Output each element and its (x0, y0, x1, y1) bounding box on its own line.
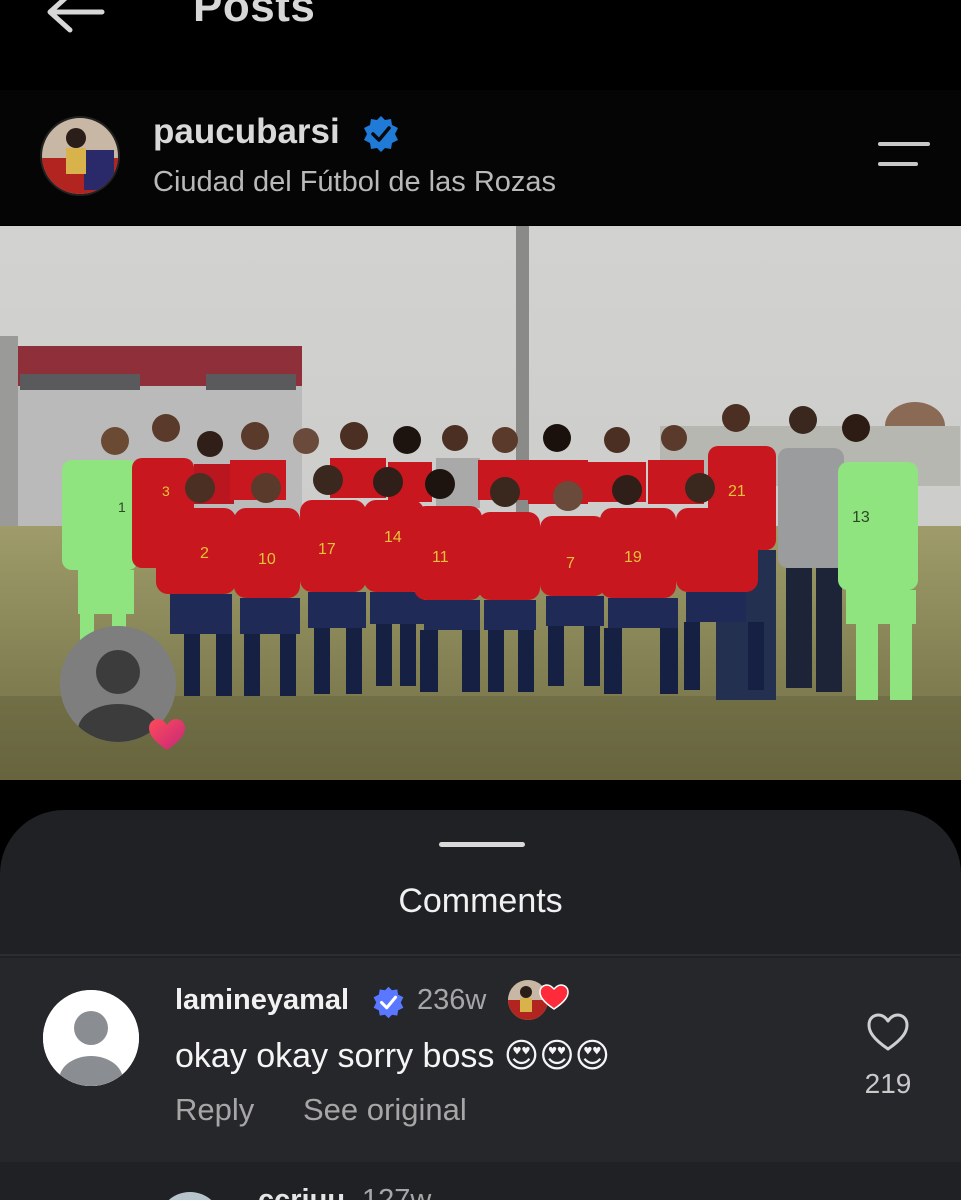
svg-text:2: 2 (200, 545, 209, 562)
commenter-username[interactable]: ccriuu (258, 1184, 345, 1200)
svg-text:1: 1 (118, 499, 126, 515)
comments-sheet: Comments lamineyamal 236w okay okay sorr… (0, 810, 961, 1200)
top-bar: Posts (0, 0, 961, 60)
commenter-avatar[interactable] (158, 1192, 222, 1200)
heart-outline-icon[interactable] (866, 1012, 910, 1052)
svg-text:10: 10 (258, 551, 276, 568)
comment-timestamp: 127w (362, 1184, 432, 1200)
author-username[interactable]: paucubarsi (153, 112, 340, 152)
commenter-username[interactable]: lamineyamal (175, 984, 349, 1017)
svg-text:11: 11 (432, 549, 449, 566)
verified-badge-icon (364, 116, 398, 152)
drag-handle[interactable] (439, 842, 525, 847)
comment-timestamp: 236w (417, 984, 487, 1016)
svg-text:3: 3 (162, 483, 170, 499)
divider (0, 954, 961, 956)
svg-text:14: 14 (384, 529, 402, 546)
comment-item[interactable]: ccriuu 127w (0, 1162, 961, 1200)
svg-text:19: 19 (624, 549, 642, 566)
commenter-avatar[interactable] (43, 990, 139, 1086)
see-original-button[interactable]: See original (303, 1092, 467, 1128)
page-title: Posts (193, 0, 316, 31)
comment-item[interactable]: lamineyamal 236w okay okay sorry boss 😍😍… (0, 958, 961, 1162)
reply-button[interactable]: Reply (175, 1092, 254, 1128)
svg-text:21: 21 (728, 483, 746, 500)
like-count: 219 (864, 1068, 912, 1099)
comments-title: Comments (398, 882, 563, 920)
back-arrow-icon[interactable] (44, 0, 106, 36)
author-avatar[interactable] (40, 116, 120, 196)
verified-badge-icon (373, 986, 404, 1019)
menu-icon[interactable] (876, 138, 932, 172)
liked-heart-icon (149, 719, 185, 750)
svg-text:13: 13 (852, 509, 870, 526)
svg-text:7: 7 (566, 555, 575, 572)
comment-text: okay okay sorry boss 😍😍😍 (175, 1037, 611, 1075)
post-location[interactable]: Ciudad del Fútbol de las Rozas (153, 166, 556, 199)
svg-text:17: 17 (318, 541, 336, 558)
author-liked-heart-icon (539, 984, 569, 1010)
post-header: paucubarsi Ciudad del Fútbol de las Roza… (0, 90, 961, 225)
